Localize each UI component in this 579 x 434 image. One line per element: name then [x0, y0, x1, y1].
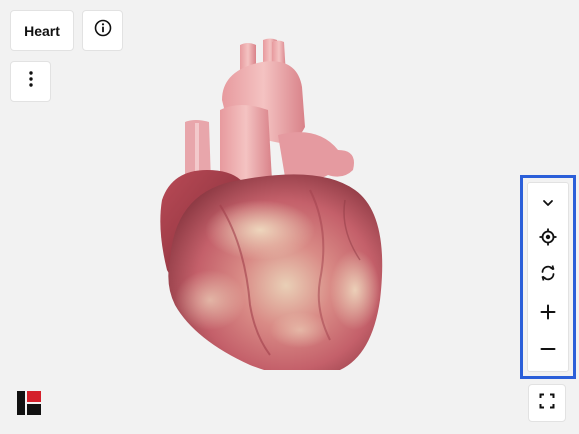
- heart-3d-model[interactable]: [150, 30, 390, 377]
- zoom-out-button[interactable]: [528, 333, 568, 369]
- model-title-label: Heart: [24, 22, 60, 39]
- chevron-down-icon: [542, 194, 554, 212]
- fullscreen-button[interactable]: [528, 384, 566, 422]
- refresh-rotate-icon: [539, 264, 557, 287]
- model-title-button[interactable]: Heart: [10, 10, 74, 51]
- zoom-in-button[interactable]: [528, 296, 568, 332]
- plus-icon: [540, 304, 556, 325]
- viewer-controls-group: [527, 182, 569, 372]
- info-icon: [94, 19, 112, 42]
- rotate-button[interactable]: [528, 257, 568, 293]
- brand-logo: [17, 391, 41, 415]
- more-options-button[interactable]: [10, 61, 51, 102]
- fullscreen-icon: [539, 393, 555, 414]
- info-button[interactable]: [82, 10, 123, 51]
- more-vertical-icon: [28, 70, 34, 93]
- crosshair-target-icon: [539, 228, 557, 251]
- collapse-controls-button[interactable]: [528, 185, 568, 221]
- viewer-controls-panel: [520, 175, 576, 379]
- recenter-button[interactable]: [528, 221, 568, 257]
- minus-icon: [540, 341, 556, 362]
